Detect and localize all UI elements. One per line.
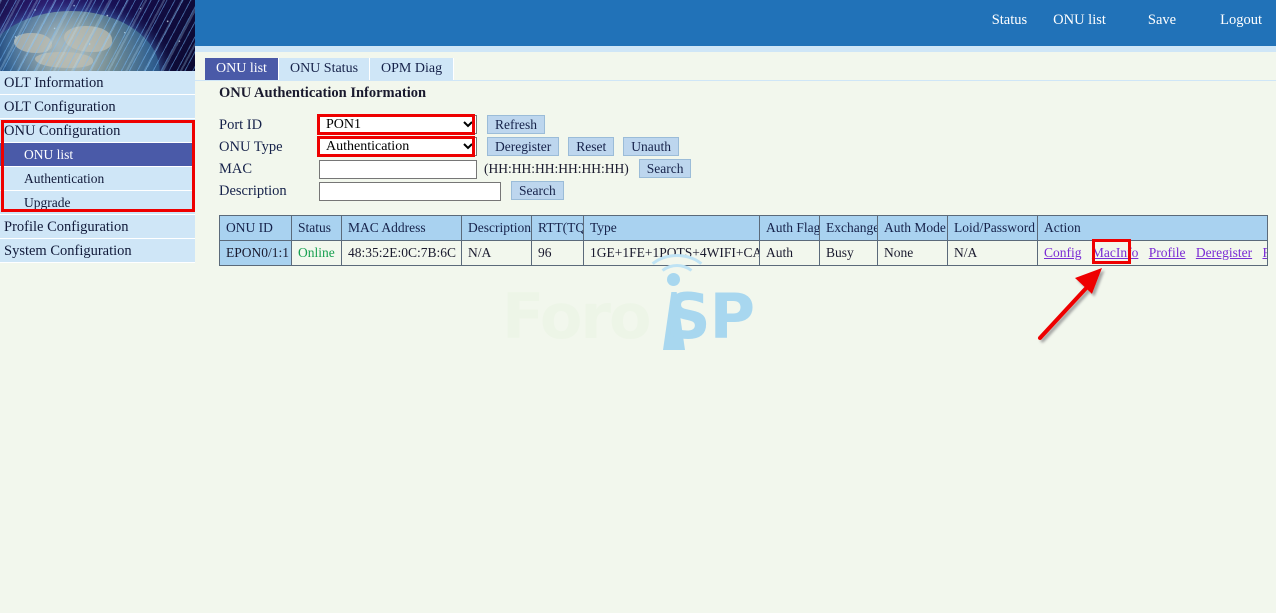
table-row: EPON0/1:1 Online 48:35:2E:0C:7B:6C N/A 9… — [220, 241, 1268, 266]
main-content: ONU list ONU Status OPM Diag ONU Authent… — [195, 52, 1276, 613]
sidebar-menu: OLT Information OLT Configuration ONU Co… — [0, 71, 195, 263]
mac-format-hint: (HH:HH:HH:HH:HH:HH) — [484, 159, 629, 178]
top-navigation: Status ONU list Save Logout — [992, 12, 1262, 29]
tab-onu-list[interactable]: ONU list — [205, 58, 279, 80]
th-loid-password: Loid/Password — [948, 216, 1038, 241]
action-config[interactable]: Config — [1044, 245, 1082, 260]
form-row-onu-type: ONU Type Authentication Deregister Reset… — [219, 137, 919, 158]
label-port-id: Port ID — [219, 117, 319, 134]
sidebar-item-system-configuration[interactable]: System Configuration — [0, 239, 195, 263]
sidebar-item-profile-configuration[interactable]: Profile Configuration — [0, 215, 195, 239]
cell-onu-id: EPON0/1:1 — [220, 241, 292, 266]
cell-action: Config MacInfo Profile Deregister Reset … — [1038, 241, 1268, 266]
form-row-mac: MAC (HH:HH:HH:HH:HH:HH) Search — [219, 159, 919, 180]
cell-description: N/A — [462, 241, 532, 266]
label-mac: MAC — [219, 161, 319, 178]
refresh-button[interactable]: Refresh — [487, 115, 545, 134]
field-mac: (HH:HH:HH:HH:HH:HH) Search — [319, 159, 691, 179]
th-auth-flag: Auth Flag — [760, 216, 820, 241]
cell-loid-password: N/A — [948, 241, 1038, 266]
form-row-description: Description Search — [219, 181, 919, 202]
form-row-port-id: Port ID PON1 Refresh — [219, 115, 919, 136]
th-mac-address: MAC Address — [342, 216, 462, 241]
table-header-row: ONU ID Status MAC Address Description RT… — [220, 216, 1268, 241]
sidebar-item-onu-configuration[interactable]: ONU Configuration — [0, 119, 195, 143]
label-onu-type: ONU Type — [219, 139, 319, 156]
deregister-button[interactable]: Deregister — [487, 137, 559, 156]
topnav-save[interactable]: Save — [1148, 12, 1176, 29]
th-status: Status — [292, 216, 342, 241]
th-rtt-tq: RTT(TQ) — [532, 216, 584, 241]
th-description: Description — [462, 216, 532, 241]
sidebar-item-upgrade[interactable]: Upgrade — [0, 191, 195, 215]
cell-exchange: Busy — [820, 241, 878, 266]
topnav-status[interactable]: Status — [992, 12, 1027, 29]
field-port-id: PON1 Refresh — [319, 115, 545, 134]
search-form: Port ID PON1 Refresh ONU Type Authentica… — [219, 115, 919, 203]
topnav-onu-list[interactable]: ONU list — [1053, 12, 1106, 29]
onu-table: ONU ID Status MAC Address Description RT… — [219, 215, 1268, 266]
field-onu-type: Authentication Deregister Reset Unauth — [319, 137, 679, 156]
action-profile[interactable]: Profile — [1149, 245, 1186, 260]
action-macinfo[interactable]: MacInfo — [1092, 245, 1138, 260]
th-type: Type — [584, 216, 760, 241]
sidebar-item-onu-list[interactable]: ONU list — [0, 143, 195, 167]
field-description: Search — [319, 181, 564, 201]
page-title: ONU Authentication Information — [219, 85, 426, 102]
th-exchange: Exchange — [820, 216, 878, 241]
light-dots-graphic — [0, 0, 195, 71]
action-reset[interactable]: Reset — [1262, 245, 1267, 260]
port-id-select[interactable]: PON1 — [319, 115, 477, 134]
tab-bar: ONU list ONU Status OPM Diag — [205, 54, 454, 80]
reset-button[interactable]: Reset — [568, 137, 614, 156]
unauth-button[interactable]: Unauth — [623, 137, 679, 156]
tab-onu-status[interactable]: ONU Status — [279, 58, 370, 80]
description-input[interactable] — [319, 182, 501, 201]
tab-opm-diag[interactable]: OPM Diag — [370, 58, 454, 80]
top-bar: Status ONU list Save Logout — [195, 0, 1276, 46]
th-onu-id: ONU ID — [220, 216, 292, 241]
th-auth-mode: Auth Mode — [878, 216, 948, 241]
topnav-logout[interactable]: Logout — [1220, 12, 1262, 29]
th-action: Action — [1038, 216, 1268, 241]
sidebar-item-olt-configuration[interactable]: OLT Configuration — [0, 95, 195, 119]
cell-type: 1GE+1FE+1POTS+4WIFI+CATV — [584, 241, 760, 266]
sidebar-item-authentication[interactable]: Authentication — [0, 167, 195, 191]
header-banner-image — [0, 0, 195, 71]
description-search-button[interactable]: Search — [511, 181, 564, 200]
cell-mac-address: 48:35:2E:0C:7B:6C — [342, 241, 462, 266]
cell-auth-mode: None — [878, 241, 948, 266]
cell-status: Online — [292, 241, 342, 266]
cell-auth-flag: Auth — [760, 241, 820, 266]
mac-search-button[interactable]: Search — [639, 159, 692, 178]
sidebar-item-olt-information[interactable]: OLT Information — [0, 71, 195, 95]
onu-type-select[interactable]: Authentication — [319, 137, 477, 156]
label-description: Description — [219, 183, 319, 200]
mac-input[interactable] — [319, 160, 477, 179]
action-deregister[interactable]: Deregister — [1196, 245, 1252, 260]
cell-rtt-tq: 96 — [532, 241, 584, 266]
tab-underline — [195, 80, 1276, 81]
